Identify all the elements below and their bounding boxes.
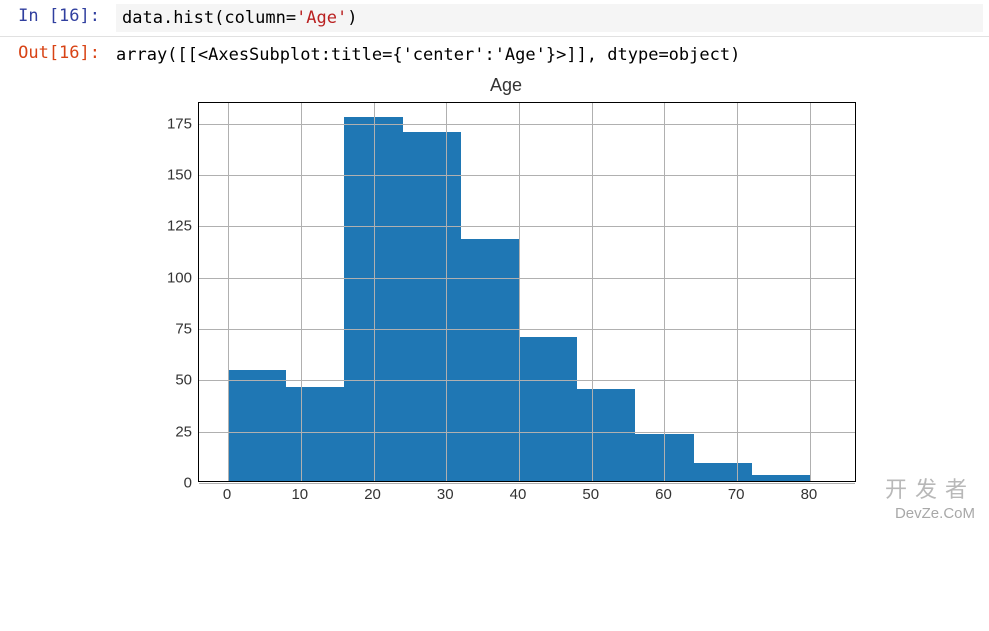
gridline-v (374, 103, 375, 481)
y-axis-ticks: 1751501251007550250 (156, 102, 198, 482)
output-prompt: Out[16]: (0, 37, 110, 520)
bars-layer (199, 103, 855, 481)
x-tick-label: 60 (655, 486, 672, 503)
gridline-v (810, 103, 811, 481)
chart-container: Age 1751501251007550250 0 10 20 30 40 50 60 70 8… (116, 75, 983, 516)
gridline-h (199, 278, 855, 279)
gridline-v (737, 103, 738, 481)
x-axis-ticks: 0 10 20 30 40 50 60 70 80 (156, 482, 856, 506)
input-content: data.hist(column='Age') (110, 0, 989, 36)
x-tick-label: 30 (437, 486, 454, 503)
code-fn: hist (173, 8, 214, 28)
code-close: ) (347, 8, 357, 28)
histogram-bar (286, 387, 344, 481)
code-prefix: data. (122, 8, 173, 28)
gridline-v (592, 103, 593, 481)
gridline-h (199, 432, 855, 433)
x-tick-label: 10 (291, 486, 308, 503)
gridline-v (301, 103, 302, 481)
x-tick-label: 80 (801, 486, 818, 503)
plot-area (198, 102, 856, 482)
output-cell: Out[16]: array([[<AxesSubplot:title={'ce… (0, 37, 989, 520)
gridline-h (199, 226, 855, 227)
histogram-bar (403, 132, 461, 481)
chart-title: Age (156, 75, 856, 102)
x-tick-label: 50 (582, 486, 599, 503)
gridline-h (199, 175, 855, 176)
x-tick-label: 20 (364, 486, 381, 503)
gridline-h (199, 124, 855, 125)
histogram-chart: Age 1751501251007550250 0 10 20 30 40 50 60 70 8… (156, 75, 856, 506)
input-cell: In [16]: data.hist(column='Age') (0, 0, 989, 37)
x-tick-label: 0 (223, 486, 231, 503)
input-prompt: In [16]: (0, 0, 110, 36)
watermark-sub: DevZe.CoM (895, 505, 975, 522)
code-open: ( (214, 8, 224, 28)
gridline-h (199, 329, 855, 330)
code-eq: = (286, 8, 296, 28)
gridline-v (664, 103, 665, 481)
code-kw: column (224, 8, 285, 28)
watermark-text: 开发者 (885, 472, 975, 504)
histogram-bar (577, 389, 635, 481)
gridline-v (519, 103, 520, 481)
histogram-bar (228, 370, 286, 481)
x-tick-label: 40 (510, 486, 527, 503)
output-content: array([[<AxesSubplot:title={'center':'Ag… (110, 37, 989, 520)
gridline-h (199, 380, 855, 381)
x-tick-label: 70 (728, 486, 745, 503)
code-str: 'Age' (296, 8, 347, 28)
output-text: array([[<AxesSubplot:title={'center':'Ag… (116, 41, 983, 75)
gridline-v (228, 103, 229, 481)
histogram-bar (461, 239, 519, 481)
histogram-bar (694, 463, 752, 481)
gridline-v (446, 103, 447, 481)
histogram-bar (519, 337, 577, 481)
histogram-bar (752, 475, 810, 481)
code-area[interactable]: data.hist(column='Age') (116, 4, 983, 32)
